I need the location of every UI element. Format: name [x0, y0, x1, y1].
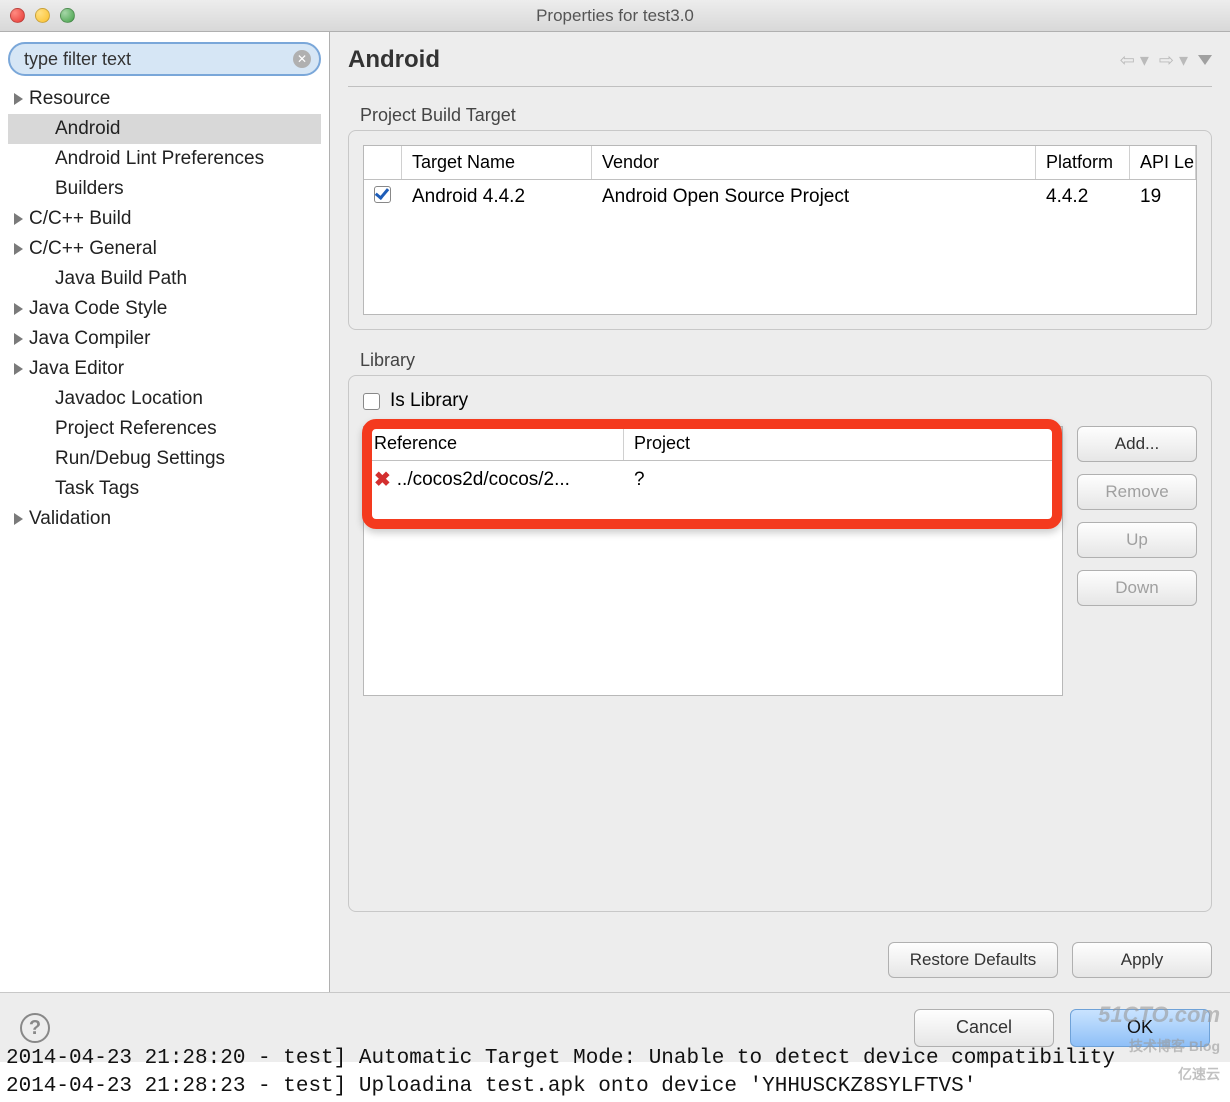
- tree-item-label: Builders: [55, 178, 124, 200]
- tree-item-label: Task Tags: [55, 478, 139, 500]
- build-target-box: Target Name Vendor Platform API Le Andro…: [348, 130, 1212, 330]
- is-library-row: Is Library: [363, 390, 1197, 412]
- tree-item[interactable]: Java Code Style: [8, 294, 321, 324]
- titlebar: Properties for test3.0: [0, 0, 1230, 32]
- watermark: 技术博客 Blog: [1129, 1036, 1220, 1056]
- tree-item[interactable]: Java Editor: [8, 354, 321, 384]
- tree-item-label: Run/Debug Settings: [55, 448, 225, 470]
- tree-item-label: C/C++ General: [29, 238, 157, 260]
- defaults-row: Restore Defaults Apply: [348, 932, 1212, 978]
- clear-filter-icon[interactable]: ✕: [293, 50, 311, 68]
- expand-icon[interactable]: [14, 363, 23, 375]
- tree-item-label: Project References: [55, 418, 217, 440]
- build-target-header: Target Name Vendor Platform API Le: [364, 146, 1196, 180]
- page-title: Android: [348, 46, 440, 74]
- add-button[interactable]: Add...: [1077, 426, 1197, 462]
- console-line: 2014-04-23 21:28:23 - test] Uploadina te…: [6, 1073, 1224, 1100]
- col-vendor[interactable]: Vendor: [592, 146, 1036, 179]
- library-group: Library Is Library Reference Project ✖..…: [348, 350, 1212, 912]
- error-icon: ✖: [374, 467, 391, 492]
- build-target-group: Project Build Target Target Name Vendor …: [348, 105, 1212, 330]
- expand-icon[interactable]: [14, 333, 23, 345]
- tree-item[interactable]: C/C++ Build: [8, 204, 321, 234]
- tree-item[interactable]: Resource: [8, 84, 321, 114]
- up-button[interactable]: Up: [1077, 522, 1197, 558]
- content-header: Android ⇦ ▾ ⇨ ▾: [348, 46, 1212, 87]
- tree-item-label: Java Compiler: [29, 328, 150, 350]
- cell-project: ?: [624, 461, 1062, 498]
- window-title: Properties for test3.0: [0, 6, 1230, 26]
- tree-item[interactable]: Builders: [8, 174, 321, 204]
- target-checkbox[interactable]: [374, 186, 391, 203]
- tree-item[interactable]: Javadoc Location: [8, 384, 321, 414]
- library-table[interactable]: Reference Project ✖../cocos2d/cocos/2...…: [363, 426, 1063, 696]
- cell-reference: ✖../cocos2d/cocos/2...: [364, 461, 624, 498]
- console-line: 2014-04-23 21:28:20 - test] Automatic Ta…: [6, 1045, 1224, 1072]
- remove-button[interactable]: Remove: [1077, 474, 1197, 510]
- library-buttons: Add... Remove Up Down: [1077, 426, 1197, 696]
- col-api[interactable]: API Le: [1130, 146, 1196, 179]
- apply-button[interactable]: Apply: [1072, 942, 1212, 978]
- tree-item[interactable]: Android Lint Preferences: [8, 144, 321, 174]
- tree-item[interactable]: Run/Debug Settings: [8, 444, 321, 474]
- tree-item[interactable]: Validation: [8, 504, 321, 534]
- content-pane: Android ⇦ ▾ ⇨ ▾ Project Build Target Tar…: [330, 32, 1230, 992]
- tree-item[interactable]: Java Build Path: [8, 264, 321, 294]
- col-project[interactable]: Project: [624, 427, 1062, 460]
- cancel-button[interactable]: Cancel: [914, 1009, 1054, 1047]
- tree-item-label: Android Lint Preferences: [55, 148, 264, 170]
- filter-input[interactable]: [8, 42, 321, 76]
- tree-item-label: Java Code Style: [29, 298, 167, 320]
- tree-item-label: C/C++ Build: [29, 208, 131, 230]
- expand-icon[interactable]: [14, 513, 23, 525]
- tree-item[interactable]: Task Tags: [8, 474, 321, 504]
- tree-item-label: Resource: [29, 88, 110, 110]
- build-target-label: Project Build Target: [348, 105, 1212, 126]
- tree-item-label: Android: [55, 118, 121, 140]
- is-library-label: Is Library: [390, 390, 468, 412]
- col-target[interactable]: Target Name: [402, 146, 592, 179]
- tree-item[interactable]: Project References: [8, 414, 321, 444]
- nav-arrows: ⇦ ▾ ⇨ ▾: [1120, 50, 1212, 71]
- col-reference[interactable]: Reference: [364, 427, 624, 460]
- tree-item[interactable]: Java Compiler: [8, 324, 321, 354]
- cell-api: 19: [1130, 180, 1196, 215]
- view-menu-icon[interactable]: [1198, 55, 1212, 65]
- expand-icon[interactable]: [14, 93, 23, 105]
- expand-icon[interactable]: [14, 243, 23, 255]
- help-icon[interactable]: ?: [20, 1013, 50, 1043]
- tree-item-label: Validation: [29, 508, 111, 530]
- tree-item-label: Java Editor: [29, 358, 124, 380]
- library-body: Reference Project ✖../cocos2d/cocos/2...…: [363, 426, 1197, 696]
- tree-item-label: Javadoc Location: [55, 388, 203, 410]
- tree-item-label: Java Build Path: [55, 268, 187, 290]
- expand-icon[interactable]: [14, 303, 23, 315]
- library-box: Is Library Reference Project ✖../cocos2d…: [348, 375, 1212, 912]
- watermark: 亿速云: [1178, 1064, 1220, 1084]
- table-row[interactable]: Android 4.4.2Android Open Source Project…: [364, 180, 1196, 215]
- sidebar: ✕ Resource Android Android Lint Preference…: [0, 32, 330, 992]
- down-button[interactable]: Down: [1077, 570, 1197, 606]
- back-icon[interactable]: ⇦ ▾: [1120, 50, 1149, 71]
- cell-vendor: Android Open Source Project: [592, 180, 1036, 215]
- category-tree: Resource Android Android Lint Preferences B…: [8, 84, 321, 534]
- dialog-body: ✕ Resource Android Android Lint Preference…: [0, 32, 1230, 992]
- is-library-checkbox[interactable]: [363, 393, 380, 410]
- cell-target: Android 4.4.2: [402, 180, 592, 215]
- tree-item[interactable]: Android: [8, 114, 321, 144]
- tree-item[interactable]: C/C++ General: [8, 234, 321, 264]
- expand-icon[interactable]: [14, 213, 23, 225]
- build-target-table[interactable]: Target Name Vendor Platform API Le Andro…: [363, 145, 1197, 315]
- library-label: Library: [348, 350, 1212, 371]
- col-platform[interactable]: Platform: [1036, 146, 1130, 179]
- filter-wrap: ✕: [8, 42, 321, 76]
- cell-platform: 4.4.2: [1036, 180, 1130, 215]
- forward-icon[interactable]: ⇨ ▾: [1159, 50, 1188, 71]
- restore-defaults-button[interactable]: Restore Defaults: [888, 942, 1058, 978]
- table-row[interactable]: ✖../cocos2d/cocos/2...?: [364, 461, 1062, 498]
- console-output: 2014-04-23 21:28:20 - test] Automatic Ta…: [0, 1043, 1230, 1102]
- watermark: 51CTO.com: [1098, 1002, 1220, 1028]
- library-header: Reference Project: [364, 427, 1062, 461]
